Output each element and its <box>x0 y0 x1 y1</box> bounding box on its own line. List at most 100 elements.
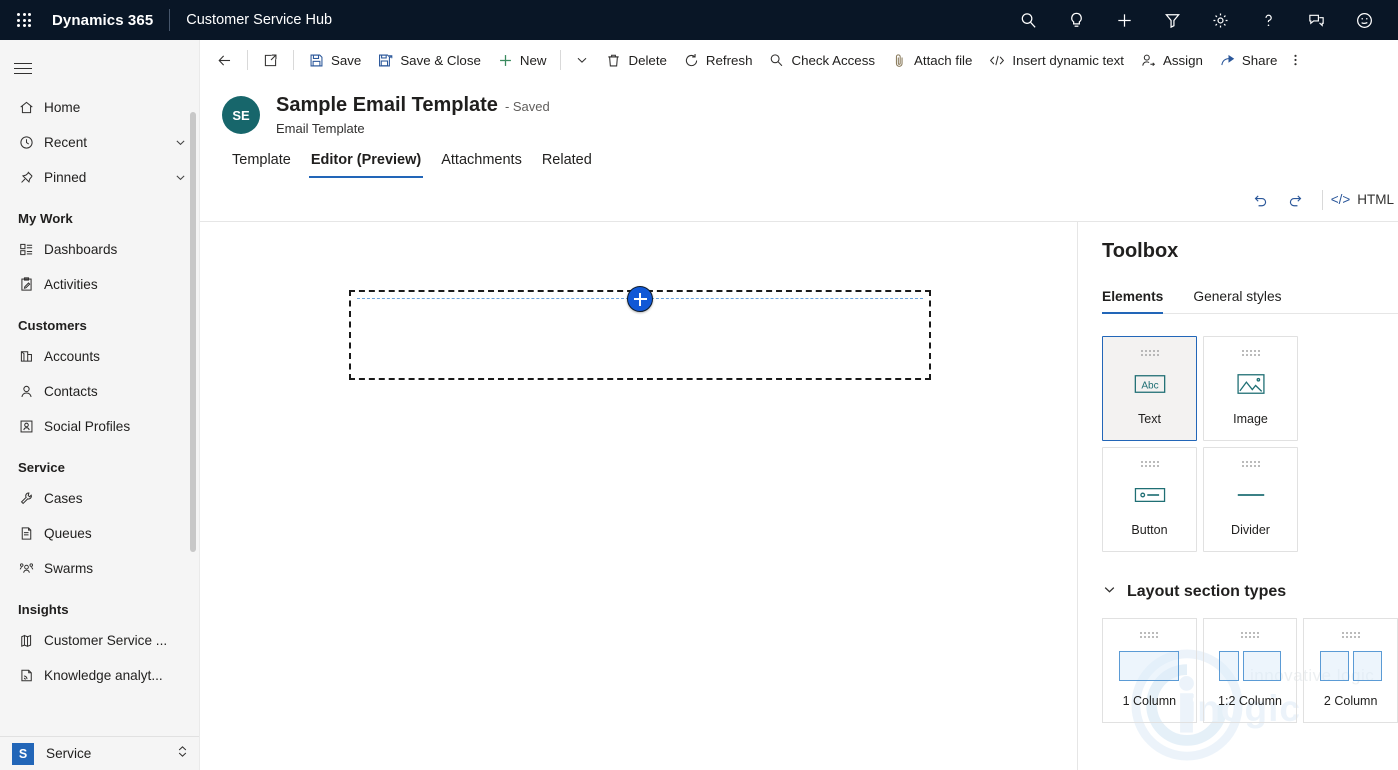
element-card-button[interactable]: Button <box>1102 447 1197 552</box>
sidebar-item-customer-service-insights[interactable]: Customer Service ... <box>0 623 199 658</box>
chevron-down-icon[interactable] <box>1102 582 1117 602</box>
command-label: Attach file <box>914 52 973 68</box>
layout-card-1-2-column[interactable]: 1:2 Column <box>1202 618 1298 723</box>
layout-cards: 1 Column 1:2 Column 2 Column <box>1102 618 1398 723</box>
sidebar-item-accounts[interactable]: Accounts <box>0 339 199 374</box>
sidebar-item-label: Recent <box>44 135 88 150</box>
gear-icon[interactable] <box>1196 0 1244 40</box>
sidebar-item-label: Dashboards <box>44 242 118 257</box>
sidebar-item-home[interactable]: Home <box>0 90 199 125</box>
tab-editor-preview[interactable]: Editor (Preview) <box>301 152 431 178</box>
sidebar-item-cases[interactable]: Cases <box>0 481 199 516</box>
tab-general-styles[interactable]: General styles <box>1193 289 1289 313</box>
knowledge-icon <box>18 667 44 684</box>
new-button[interactable]: New <box>489 44 555 76</box>
element-label: Divider <box>1231 523 1270 537</box>
layout-card-2-column[interactable]: 2 Column <box>1303 618 1398 723</box>
layout-section-header[interactable]: Layout section types <box>1102 582 1398 602</box>
tab-related[interactable]: Related <box>532 152 602 178</box>
toolbox-tabs: Elements General styles <box>1102 289 1398 314</box>
layout-card-1-column[interactable]: 1 Column <box>1102 618 1197 723</box>
element-card-divider[interactable]: Divider <box>1203 447 1298 552</box>
command-label: Save <box>331 52 362 68</box>
sidebar-item-label: Swarms <box>44 561 94 576</box>
search-icon[interactable] <box>1004 0 1052 40</box>
overflow-menu-button[interactable] <box>1285 44 1306 76</box>
save-button[interactable]: Save <box>300 44 369 76</box>
command-label: Check Access <box>791 52 875 68</box>
sidebar-group-insights: Insights <box>18 602 69 617</box>
text-abc-icon: Abc <box>1133 356 1167 412</box>
delete-button[interactable]: Delete <box>597 44 674 76</box>
sidebar-item-label: Home <box>44 100 81 115</box>
button-icon <box>1133 467 1167 523</box>
sidebar-item-pinned[interactable]: Pinned <box>0 160 199 195</box>
sidebar-item-queues[interactable]: Queues <box>0 516 199 551</box>
record-entity-label: Email Template <box>276 121 365 136</box>
element-label: Text <box>1138 412 1161 426</box>
sitemap-scroll-region: Home Recent Pinned My Work Dashboards Ac… <box>0 40 199 736</box>
chevron-up-down-icon[interactable] <box>176 744 189 764</box>
popout-button[interactable] <box>254 44 287 76</box>
appbar-divider <box>169 9 171 31</box>
sidebar-item-label: Contacts <box>44 384 98 399</box>
sidebar-item-social-profiles[interactable]: Social Profiles <box>0 409 199 444</box>
command-label: Delete <box>628 52 667 68</box>
tab-template[interactable]: Template <box>222 152 301 178</box>
queues-icon <box>18 525 44 542</box>
share-button[interactable]: Share <box>1211 44 1285 76</box>
section-dropzone[interactable] <box>349 286 931 380</box>
back-button[interactable] <box>208 44 241 76</box>
accounts-icon <box>18 348 44 365</box>
clock-icon <box>18 134 44 151</box>
add-section-button[interactable] <box>627 286 653 312</box>
area-switcher[interactable]: S Service <box>0 736 199 770</box>
command-label: Insert dynamic text <box>1012 52 1124 68</box>
help-icon[interactable] <box>1244 0 1292 40</box>
element-card-image[interactable]: Image <box>1203 336 1298 441</box>
refresh-button[interactable]: Refresh <box>675 44 761 76</box>
check-access-button[interactable]: Check Access <box>760 44 883 76</box>
lightbulb-icon[interactable] <box>1052 0 1100 40</box>
command-label: New <box>519 52 547 68</box>
redo-icon[interactable] <box>1278 184 1314 216</box>
sidebar-scrollbar[interactable] <box>190 112 196 552</box>
dynamics365-window: Dynamics 365 Customer Service Hub Home R… <box>0 0 1398 770</box>
html-view-button[interactable]: </> HTML <box>1331 192 1398 207</box>
element-card-text[interactable]: Abc Text <box>1102 336 1197 441</box>
home-icon <box>18 99 44 116</box>
command-label: Refresh <box>705 52 753 68</box>
sidebar-item-knowledge-analytics[interactable]: Knowledge analyt... <box>0 658 199 693</box>
email-canvas[interactable] <box>200 222 1078 770</box>
save-and-close-button[interactable]: Save & Close <box>369 44 489 76</box>
attach-file-button[interactable]: Attach file <box>883 44 980 76</box>
tab-attachments[interactable]: Attachments <box>431 152 532 178</box>
toolbox-title: Toolbox <box>1102 240 1179 262</box>
sidebar-item-dashboards[interactable]: Dashboards <box>0 232 199 267</box>
two-column-icon <box>1319 638 1382 694</box>
plus-icon[interactable] <box>1100 0 1148 40</box>
smiley-icon[interactable] <box>1340 0 1388 40</box>
sidebar-group-customers: Customers <box>18 318 87 333</box>
sidebar-item-swarms[interactable]: Swarms <box>0 551 199 586</box>
undo-icon[interactable] <box>1242 184 1278 216</box>
swarms-icon <box>18 560 44 577</box>
chevron-down-icon[interactable] <box>171 136 189 149</box>
svg-text:Abc: Abc <box>1141 381 1158 392</box>
sidebar-item-contacts[interactable]: Contacts <box>0 374 199 409</box>
new-dropdown-button[interactable] <box>567 44 597 76</box>
sidebar-item-recent[interactable]: Recent <box>0 125 199 160</box>
chat-icon[interactable] <box>1292 0 1340 40</box>
chevron-down-icon[interactable] <box>171 171 189 184</box>
insert-dynamic-text-button[interactable]: Insert dynamic text <box>980 44 1132 76</box>
sidebar-item-activities[interactable]: Activities <box>0 267 199 302</box>
app-launcher-icon[interactable] <box>0 0 48 40</box>
hamburger-menu-icon[interactable] <box>0 46 199 90</box>
tab-elements[interactable]: Elements <box>1102 289 1171 314</box>
one-column-icon <box>1119 638 1180 694</box>
assign-button[interactable]: Assign <box>1132 44 1211 76</box>
layout-label: 1:2 Column <box>1218 694 1282 708</box>
filter-icon[interactable] <box>1148 0 1196 40</box>
app-name-label: Customer Service Hub <box>186 12 333 28</box>
editor-toolbar: </> HTML <box>200 178 1398 222</box>
